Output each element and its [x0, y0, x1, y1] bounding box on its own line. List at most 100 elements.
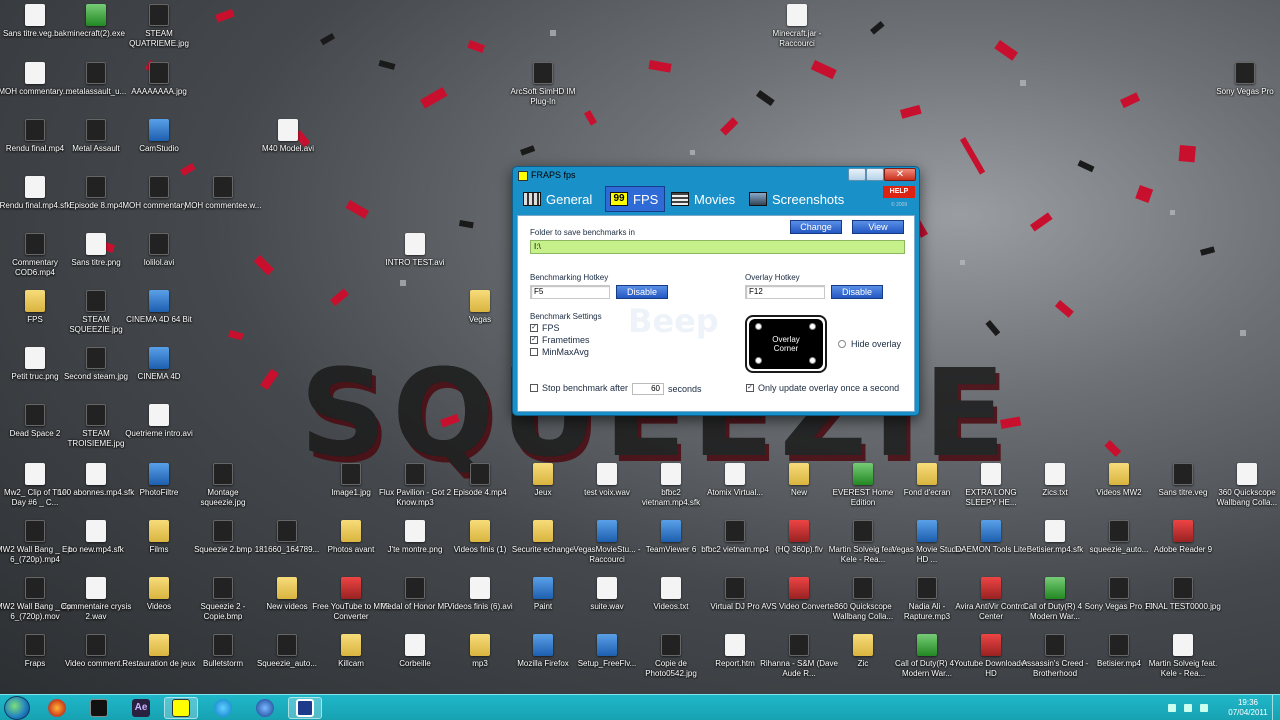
desktop-icon[interactable]: CamStudio: [124, 119, 194, 175]
frametimes-checkbox-label: Frametimes: [542, 335, 590, 345]
tab-bar: General 99 FPS Movies Screenshots: [517, 186, 915, 212]
skype-icon: [214, 699, 232, 717]
file-icon: [25, 347, 45, 369]
clock[interactable]: 19:36 07/04/2011: [1226, 698, 1270, 718]
show-desktop-button[interactable]: [1272, 695, 1280, 720]
desktop-icon[interactable]: Flux Pavilion - Got 2 Know.mp3: [379, 463, 451, 519]
file-icon: [661, 463, 681, 485]
taskbar-after-effects[interactable]: Ae: [124, 697, 158, 719]
benchmark-settings-label: Benchmark Settings: [530, 312, 602, 321]
app-icon: [213, 577, 233, 599]
taskbar-terminal[interactable]: [82, 697, 116, 719]
desktop-icon-label: Sony Vegas Pro: [1216, 87, 1274, 96]
stop-benchmark-checkbox[interactable]: [530, 384, 538, 392]
desktop-icon[interactable]: Quetrieme intro.avi: [124, 404, 194, 460]
file-icon: [1045, 463, 1065, 485]
desktop-icon[interactable]: Adobe Reader 9: [1148, 520, 1218, 576]
folder-icon: [533, 463, 553, 485]
hide-overlay-radio[interactable]: [838, 340, 846, 348]
fps-checkbox-row[interactable]: ✓ FPS: [530, 323, 560, 333]
update-once-row[interactable]: ✓ Only update overlay once a second: [746, 383, 899, 393]
stop-benchmark-seconds-field[interactable]: 60: [632, 383, 664, 395]
taskbar-browser[interactable]: [248, 697, 282, 719]
taskbar-firefox[interactable]: [40, 697, 74, 719]
folder-path-field[interactable]: I:\: [530, 240, 905, 254]
frametimes-checkbox-row[interactable]: ✓ Frametimes: [530, 335, 590, 345]
desktop-icon[interactable]: ArcSoft SimHD IM Plug-In: [508, 62, 578, 118]
view-folder-button[interactable]: View: [852, 220, 904, 234]
app-icon: [470, 463, 490, 485]
app-icon: [149, 463, 169, 485]
disable-benchmark-hotkey-button[interactable]: Disable: [616, 285, 668, 299]
close-button[interactable]: ✕: [884, 168, 916, 181]
general-tab-icon: [523, 192, 541, 206]
fraps-app-icon: [518, 171, 528, 181]
help-button[interactable]: HELP: [883, 186, 915, 198]
desktop-icon[interactable]: AAAAAAAA.jpg: [124, 62, 194, 118]
maximize-button[interactable]: [866, 168, 884, 181]
app-icon: [86, 290, 106, 312]
app-icon: [86, 4, 106, 26]
folder-icon: [277, 577, 297, 599]
corner-top-left-radio[interactable]: [755, 323, 762, 330]
app-icon: [149, 233, 169, 255]
change-folder-button[interactable]: Change: [790, 220, 842, 234]
desktop-icon[interactable]: Medal of Honor MP: [380, 577, 450, 633]
benchmark-hotkey-field[interactable]: F5: [530, 285, 610, 299]
tab-fps[interactable]: 99 FPS: [605, 186, 665, 212]
taskbar-fraps[interactable]: [164, 697, 198, 719]
update-once-checkbox[interactable]: ✓: [746, 384, 754, 392]
fraps-window[interactable]: FRAPS fps ✕ General 99 FPS Movies Screen…: [512, 166, 920, 416]
taskbar-skype[interactable]: [206, 697, 240, 719]
app-icon: [25, 233, 45, 255]
desktop-icon[interactable]: CINEMA 4D 64 Bit: [124, 290, 194, 346]
desktop-icon[interactable]: MOH commentee.w...: [185, 176, 261, 232]
desktop-icon[interactable]: Minecraft.jar - Raccourci: [762, 4, 832, 60]
desktop-icon[interactable]: Vegas: [445, 290, 515, 346]
tab-general[interactable]: General: [519, 186, 603, 212]
desktop-icon[interactable]: 360 Quickscope Wallbang Colla...: [1212, 463, 1280, 519]
firefox-icon: [48, 699, 66, 717]
file-icon: [597, 577, 617, 599]
app-icon: [1173, 463, 1193, 485]
desktop-icon[interactable]: lolilol.avi: [124, 233, 194, 289]
network-icon[interactable]: [1184, 704, 1192, 712]
fraps-titlebar[interactable]: FRAPS fps ✕: [513, 167, 919, 185]
desktop-icon-label: CamStudio: [139, 144, 179, 153]
app-icon: [277, 634, 297, 656]
frametimes-checkbox[interactable]: ✓: [530, 336, 538, 344]
corner-bottom-right-radio[interactable]: [809, 357, 816, 364]
desktop-icon[interactable]: Montage squeezie.jpg: [188, 463, 258, 519]
taskbar-fraps-window[interactable]: [288, 697, 322, 719]
app-icon: [86, 634, 106, 656]
tray-arrow-icon[interactable]: [1168, 704, 1176, 712]
app-icon: [853, 577, 873, 599]
file-icon: [405, 233, 425, 255]
minmaxavg-checkbox-row[interactable]: MinMaxAvg: [530, 347, 589, 357]
tab-screenshots-label: Screenshots: [772, 191, 845, 207]
minmaxavg-checkbox[interactable]: [530, 348, 538, 356]
corner-top-right-radio[interactable]: [809, 323, 816, 330]
stop-benchmark-row[interactable]: Stop benchmark after: [530, 383, 628, 393]
volume-icon[interactable]: [1200, 704, 1208, 712]
desktop-icon[interactable]: Corbeille: [380, 634, 450, 690]
tab-screenshots[interactable]: Screenshots: [745, 186, 855, 212]
tab-movies[interactable]: Movies: [667, 186, 741, 212]
desktop-icon[interactable]: Sony Vegas Pro: [1210, 62, 1280, 118]
overlay-corner-selector[interactable]: Overlay Corner: [745, 315, 827, 373]
desktop-icon[interactable]: Martin Solveig feat. Kele - Rea...: [1148, 634, 1218, 690]
desktop-icon[interactable]: STEAM QUATRIEME.jpg: [124, 4, 194, 60]
start-button[interactable]: [4, 696, 30, 720]
desktop-icon[interactable]: CINEMA 4D: [124, 347, 194, 403]
fps-checkbox[interactable]: ✓: [530, 324, 538, 332]
folder-icon: [533, 520, 553, 542]
desktop-icon[interactable]: M40 Model.avi: [253, 119, 323, 175]
disable-overlay-hotkey-button[interactable]: Disable: [831, 285, 883, 299]
desktop-icon[interactable]: INTRO TEST.avi: [380, 233, 450, 289]
desktop-icon[interactable]: J'te montre.png: [380, 520, 450, 576]
folder-label: Folder to save benchmarks in: [530, 228, 635, 237]
desktop-icon[interactable]: FINAL TEST0000.jpg: [1145, 577, 1221, 633]
overlay-hotkey-field[interactable]: F12: [745, 285, 825, 299]
minimize-button[interactable]: [848, 168, 866, 181]
corner-bottom-left-radio[interactable]: [755, 357, 762, 364]
